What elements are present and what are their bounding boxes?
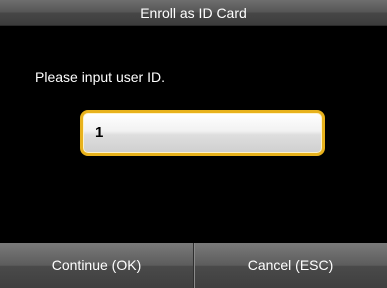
enroll-id-card-screen: Enroll as ID Card Please input user ID. …	[0, 0, 387, 288]
continue-button[interactable]: Continue (OK)	[0, 243, 193, 288]
screen-title: Enroll as ID Card	[140, 5, 247, 21]
user-id-value: 1	[95, 124, 104, 141]
user-id-input[interactable]: 1	[80, 110, 325, 156]
cancel-button[interactable]: Cancel (ESC)	[194, 243, 387, 288]
bottom-button-bar: Continue (OK) Cancel (ESC)	[0, 243, 387, 288]
user-id-prompt: Please input user ID.	[35, 69, 165, 85]
title-bar: Enroll as ID Card	[0, 0, 387, 26]
